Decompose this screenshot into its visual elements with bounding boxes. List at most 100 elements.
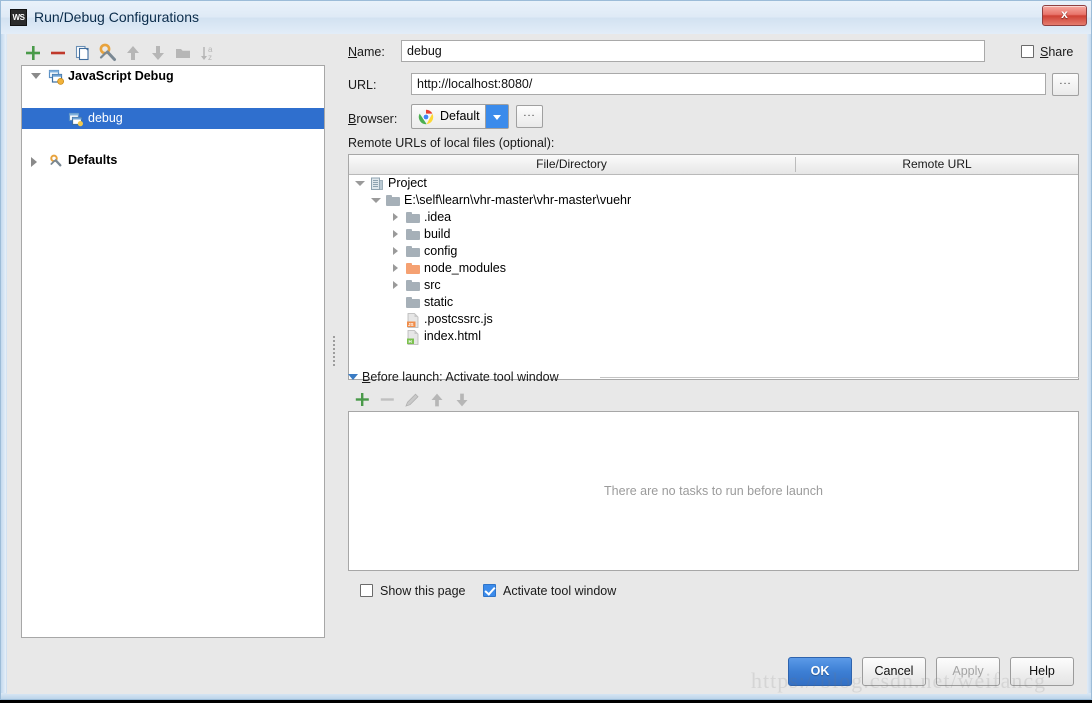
remote-urls-section-label: Remote URLs of local files (optional): <box>348 136 555 150</box>
url-input[interactable]: http://localhost:8080/ <box>411 73 1046 95</box>
configurations-toolbar: a z <box>21 41 331 67</box>
section-divider <box>600 377 1079 378</box>
apply-button[interactable]: Apply <box>936 657 1000 686</box>
tree-node-defaults[interactable]: Defaults <box>22 150 324 171</box>
browser-settings-button[interactable]: ... <box>516 105 543 128</box>
before-launch-toolbar <box>351 389 491 411</box>
expand-arrow-right-icon[interactable] <box>390 260 402 277</box>
svg-text:JS: JS <box>408 322 414 327</box>
create-folder-button[interactable] <box>171 41 195 65</box>
show-this-page-label: Show this page <box>380 584 466 598</box>
file-tree-row-src[interactable]: src <box>349 277 1078 294</box>
dialog-window: WS Run/Debug Configurations x a z JavaSc… <box>0 0 1092 700</box>
browser-value: Default <box>440 109 480 123</box>
folder-icon <box>386 194 400 207</box>
window-title: Run/Debug Configurations <box>34 9 199 25</box>
file-tree-row-vuehr[interactable]: E:\self\learn\vhr-master\vhr-master\vueh… <box>349 192 1078 209</box>
js-debug-config-icon <box>68 111 84 127</box>
expand-arrow-right-icon[interactable] <box>390 209 402 226</box>
file-tree-row-index-html[interactable]: H index.html <box>349 328 1078 345</box>
remove-task-button[interactable] <box>376 389 398 411</box>
expand-arrow-right-icon[interactable] <box>390 226 402 243</box>
name-input[interactable]: debug <box>401 40 985 62</box>
file-tree-row-config[interactable]: config <box>349 243 1078 260</box>
help-button[interactable]: Help <box>1010 657 1074 686</box>
panel-splitter[interactable] <box>329 65 339 638</box>
file-tree-label: node_modules <box>424 261 507 275</box>
remove-configuration-button[interactable] <box>46 41 70 65</box>
remote-urls-table[interactable]: File/Directory Remote URL Project E:\sel… <box>348 154 1079 380</box>
expand-arrow-right-icon[interactable] <box>28 150 42 171</box>
folder-icon <box>406 228 420 241</box>
collapse-arrow-down-icon[interactable] <box>348 374 358 380</box>
file-tree-label: index.html <box>424 329 481 343</box>
url-label: URL: <box>348 78 377 92</box>
file-tree-row-static[interactable]: static <box>349 294 1078 311</box>
file-tree-label: E:\self\learn\vhr-master\vhr-master\vueh… <box>404 193 632 207</box>
js-debug-icon <box>48 69 65 85</box>
file-tree-row-build[interactable]: build <box>349 226 1078 243</box>
wrench-icon <box>48 153 64 169</box>
show-this-page-checkbox[interactable] <box>360 584 373 597</box>
activate-tool-window-checkbox[interactable] <box>483 584 496 597</box>
before-launch-tasks-panel[interactable]: There are no tasks to run before launch <box>348 411 1079 571</box>
dialog-client-area: a z JavaScript Debug debug Defaults Name… <box>7 34 1087 694</box>
file-tree-row-project[interactable]: Project <box>349 175 1078 192</box>
sort-configurations-button[interactable]: a z <box>196 41 220 65</box>
js-file-icon: JS <box>406 313 420 328</box>
svg-text:z: z <box>208 53 212 62</box>
project-icon <box>370 177 384 190</box>
before-launch-header[interactable]: Before launch: Activate tool window <box>348 368 1079 384</box>
folder-orange-icon <box>406 262 420 275</box>
add-task-button[interactable] <box>351 389 373 411</box>
chevron-down-icon[interactable] <box>485 105 508 128</box>
file-tree-row-node-modules[interactable]: node_modules <box>349 260 1078 277</box>
expand-arrow-right-icon[interactable] <box>390 277 402 294</box>
html-file-icon: H <box>406 330 420 345</box>
folder-icon <box>406 279 420 292</box>
tree-node-debug[interactable]: debug <box>22 108 324 129</box>
title-bar: WS Run/Debug Configurations x <box>1 1 1091 34</box>
tree-node-label: JavaScript Debug <box>68 69 174 83</box>
webstorm-app-icon: WS <box>10 9 27 26</box>
ok-button[interactable]: OK <box>788 657 852 686</box>
url-browse-button[interactable]: ... <box>1052 73 1079 96</box>
close-button[interactable]: x <box>1042 5 1087 26</box>
file-tree-label: static <box>424 295 454 309</box>
folder-icon <box>406 296 420 309</box>
file-tree-label: config <box>424 244 458 258</box>
file-tree-label: .postcssrc.js <box>424 312 493 326</box>
configuration-editor-pane: Name: debug Share URL: http://localhost:… <box>339 34 1087 694</box>
column-header-remote-url[interactable]: Remote URL <box>796 155 1078 174</box>
expand-arrow-down-icon[interactable] <box>354 175 366 192</box>
chrome-icon <box>418 109 434 125</box>
file-tree-label: Project <box>388 176 427 190</box>
empty-tasks-message: There are no tasks to run before launch <box>604 484 823 498</box>
edit-defaults-button[interactable] <box>96 41 120 65</box>
file-tree[interactable]: Project E:\self\learn\vhr-master\vhr-mas… <box>349 175 1078 345</box>
cancel-button[interactable]: Cancel <box>862 657 926 686</box>
task-move-down-button[interactable] <box>451 389 473 411</box>
expand-arrow-right-icon[interactable] <box>390 243 402 260</box>
file-tree-row-postcssrc[interactable]: JS .postcssrc.js <box>349 311 1078 328</box>
edit-task-button[interactable] <box>401 389 423 411</box>
expand-arrow-down-icon[interactable] <box>370 192 382 209</box>
tree-node-javascript-debug[interactable]: JavaScript Debug <box>22 66 324 87</box>
expand-arrow-down-icon[interactable] <box>28 66 42 87</box>
copy-configuration-button[interactable] <box>71 41 95 65</box>
file-tree-label: src <box>424 278 441 292</box>
configurations-tree[interactable]: JavaScript Debug debug Defaults <box>21 65 325 638</box>
file-tree-label: .idea <box>424 210 452 224</box>
move-down-button[interactable] <box>146 41 170 65</box>
add-configuration-button[interactable] <box>21 41 45 65</box>
move-up-button[interactable] <box>121 41 145 65</box>
browser-label: Browser: <box>348 112 398 126</box>
before-launch-title: Before launch: Activate tool window <box>362 370 559 384</box>
browser-select[interactable]: Default <box>411 104 509 129</box>
activate-tool-window-label: Activate tool window <box>503 584 617 598</box>
task-move-up-button[interactable] <box>426 389 448 411</box>
file-tree-row-idea[interactable]: .idea <box>349 209 1078 226</box>
column-header-file-directory[interactable]: File/Directory <box>349 155 794 174</box>
share-checkbox[interactable] <box>1021 45 1034 58</box>
tree-node-label: debug <box>88 111 123 125</box>
